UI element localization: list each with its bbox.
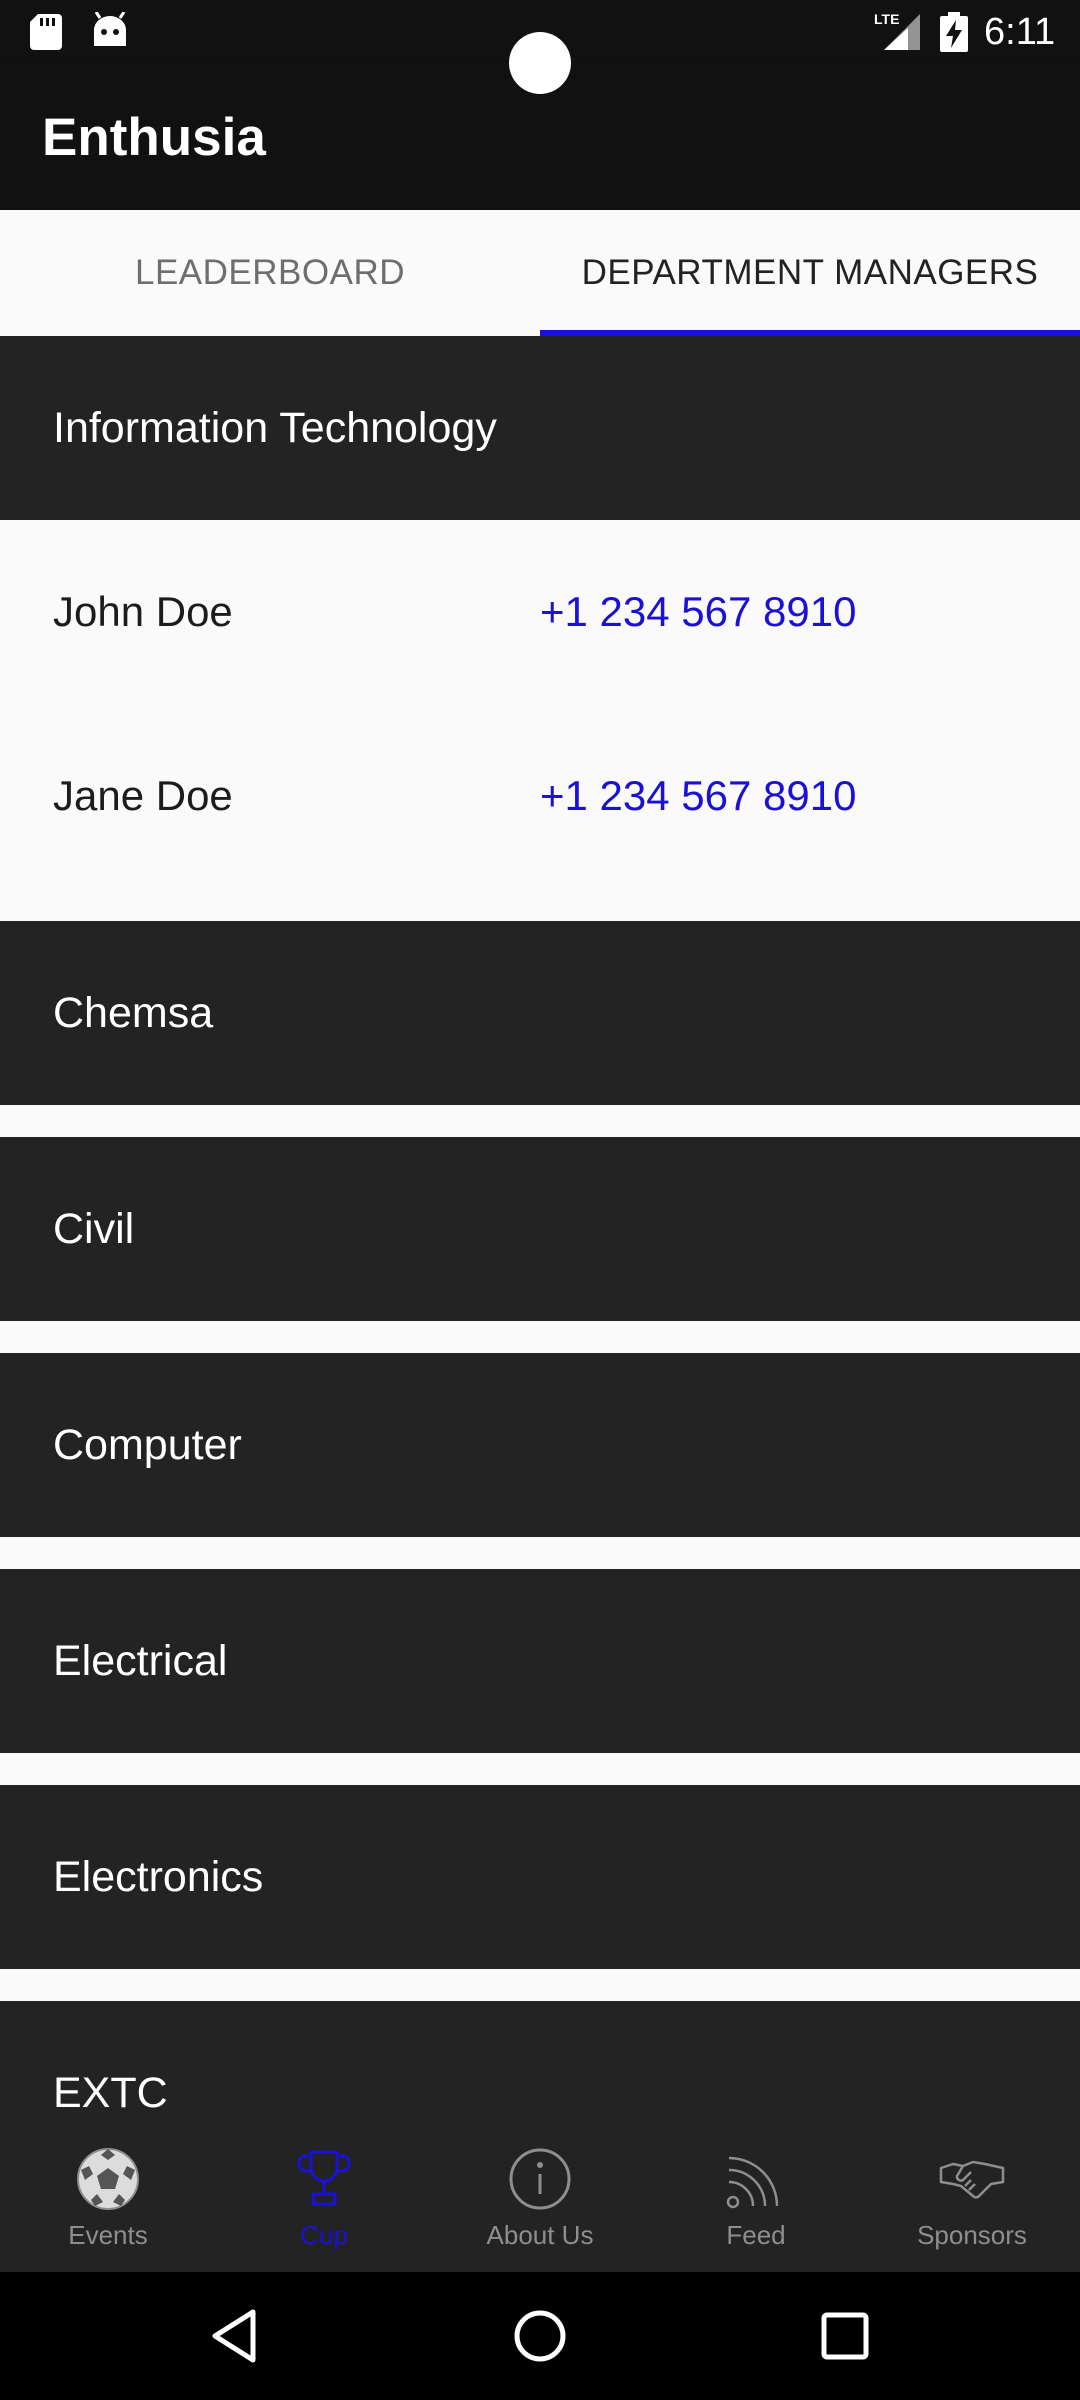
trophy-icon <box>297 2150 351 2206</box>
department-header-computer[interactable]: Computer <box>0 1353 1080 1537</box>
manager-name: John Doe <box>53 588 233 635</box>
android-icon <box>94 12 126 46</box>
manager-row: John Doe +1 234 567 8910 <box>0 520 1080 704</box>
status-bar: LTE 6:11 <box>0 0 1080 94</box>
back-icon[interactable] <box>205 2306 265 2366</box>
manager-name: Jane Doe <box>53 772 233 819</box>
department-name: Computer <box>53 1420 242 1469</box>
recents-icon[interactable] <box>815 2306 875 2366</box>
manager-row: Jane Doe +1 234 567 8910 <box>0 704 1080 888</box>
rss-feed-icon <box>726 2156 779 2209</box>
app-title: Enthusia <box>42 108 266 167</box>
nav-item-cup[interactable]: Cup <box>216 2126 432 2272</box>
network-type: LTE <box>874 11 899 27</box>
nav-label: Feed <box>726 2220 786 2250</box>
department-header-civil[interactable]: Civil <box>0 1137 1080 1321</box>
battery-charging-icon <box>940 12 968 52</box>
nav-item-sponsors[interactable]: Sponsors <box>864 2126 1080 2272</box>
nav-label: Events <box>68 2220 148 2250</box>
info-icon <box>509 2148 571 2210</box>
tab-department-managers[interactable]: DEPARTMENT MANAGERS <box>540 210 1080 336</box>
tab-leaderboard[interactable]: LEADERBOARD <box>0 210 540 336</box>
department-header-electrical[interactable]: Electrical <box>0 1569 1080 1753</box>
nav-item-feed[interactable]: Feed <box>648 2126 864 2272</box>
status-clock: 6:11 <box>984 11 1056 53</box>
nav-item-about-us[interactable]: About Us <box>432 2126 648 2272</box>
tab-bar: LEADERBOARD DEPARTMENT MANAGERS <box>0 210 1080 336</box>
system-navigation-bar <box>0 2272 1080 2400</box>
department-header-information-technology[interactable]: Information Technology <box>0 336 1080 520</box>
bottom-navigation: Events Cup About Us Feed Sponsors <box>0 2126 1080 2272</box>
department-name: Electrical <box>53 1636 228 1685</box>
manager-phone-link[interactable]: +1 234 567 8910 <box>540 520 856 704</box>
handshake-icon <box>939 2160 1005 2199</box>
nav-label: Sponsors <box>917 2220 1027 2250</box>
nav-item-events[interactable]: Events <box>0 2126 216 2272</box>
nav-label: Cup <box>300 2220 348 2250</box>
department-header-chemsa[interactable]: Chemsa <box>0 921 1080 1105</box>
department-name: Information Technology <box>53 403 497 452</box>
department-header-electronics[interactable]: Electronics <box>0 1785 1080 1969</box>
camera-cutout <box>509 32 571 94</box>
department-name: Electronics <box>53 1852 264 1901</box>
lte-signal-icon: LTE <box>874 11 920 50</box>
sd-card-icon <box>30 14 62 50</box>
department-name: Civil <box>53 1204 135 1253</box>
home-icon[interactable] <box>510 2306 570 2366</box>
soccer-ball-icon <box>77 2148 139 2210</box>
nav-label: About Us <box>486 2220 594 2250</box>
manager-phone-link[interactable]: +1 234 567 8910 <box>540 704 856 888</box>
department-name: Chemsa <box>53 988 214 1037</box>
